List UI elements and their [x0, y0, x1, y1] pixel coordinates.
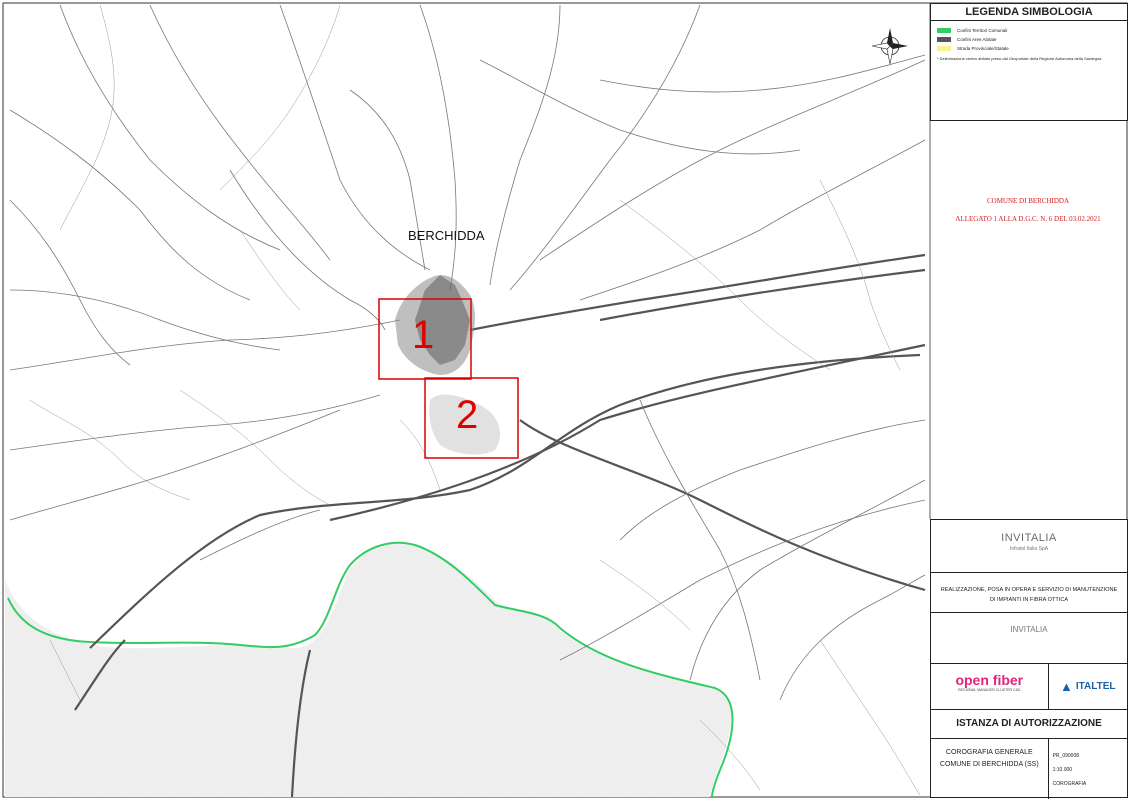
legend-panel: LEGENDA SIMBOLOGIA Confini Territori Com… [930, 3, 1128, 121]
project-section: REALIZZAZIONE, POSA IN OPERA E SERVIZIO … [931, 573, 1127, 613]
logos-section: open fiber REGIONAL MANAGER CLUSTER C&D … [931, 664, 1127, 710]
drawing-type: COROGRAFIA [1052, 781, 1087, 787]
open-fiber-logo: open fiber [955, 672, 1024, 688]
document-title: ISTANZA DI AUTORIZZAZIONE [931, 710, 1127, 739]
notice-line-2: ALLEGATO 1 ALLA D.G.C. N. 6 DEL 03.02.20… [955, 215, 1101, 223]
drawing-scale: 1:10.000 [1052, 767, 1073, 773]
legend-label: Strada Provinciale/Statale [957, 46, 1009, 51]
corography-line-1: COROGRAFIA GENERALE [945, 749, 1033, 756]
drawing-code: PR_090008 [1052, 753, 1080, 759]
project-line-1: REALIZZAZIONE, POSA IN OPERA E SERVIZIO … [940, 587, 1118, 593]
client-logo: INVITALIA [1001, 532, 1057, 544]
client-section: INVITALIA Infratel Italia SpA [931, 520, 1127, 573]
corography-line-2: COMUNE DI BERCHIDDA (SS) [939, 761, 1039, 768]
town-label: BERCHIDDA [408, 228, 485, 243]
notice-line-1: COMUNE DI BERCHIDDA [986, 197, 1070, 205]
contractor-box: open fiber REGIONAL MANAGER CLUSTER C&D [931, 664, 1049, 709]
italtel-icon: ▲ [1060, 679, 1073, 694]
council-notice: COMUNE DI BERCHIDDA ALLEGATO 1 ALLA D.G.… [930, 192, 1126, 228]
legend-item: Strada Provinciale/Statale [937, 44, 1127, 53]
legend-item: Confini Territori Comunali [937, 26, 1127, 35]
project-line-2: DI IMPIANTI IN FIBRA OTTICA [989, 597, 1069, 603]
legend-note: * Deliminazione centro abitato preso dal… [937, 56, 1102, 61]
legend-label: Confini Aree Abitate [957, 37, 997, 42]
area-number-1: 1 [412, 313, 435, 357]
area-number-2: 2 [456, 393, 479, 437]
legend-title: LEGENDA SIMBOLOGIA [931, 4, 1127, 21]
approval-section: INVITALIA [931, 613, 1127, 664]
title-block: INVITALIA Infratel Italia SpA REALIZZAZI… [930, 519, 1128, 799]
legend-label: Confini Territori Comunali [957, 28, 1008, 33]
legend-swatch [937, 28, 951, 33]
legend-swatch [937, 46, 951, 51]
north-arrow-icon [871, 28, 908, 65]
small-client-logo: INVITALIA [1010, 625, 1048, 634]
italtel-logo: ITALTEL [1075, 681, 1116, 692]
client-subtitle: Infratel Italia SpA [1009, 546, 1049, 552]
drawing-info: COROGRAFIA GENERALE COMUNE DI BERCHIDDA … [931, 739, 1127, 799]
legend-item: Confini Aree Abitate [937, 35, 1127, 44]
legend-swatch [937, 37, 951, 42]
contractor-subtitle: REGIONAL MANAGER CLUSTER C&D [958, 688, 1021, 692]
designer-box: ▲ ITALTEL [1049, 664, 1127, 709]
